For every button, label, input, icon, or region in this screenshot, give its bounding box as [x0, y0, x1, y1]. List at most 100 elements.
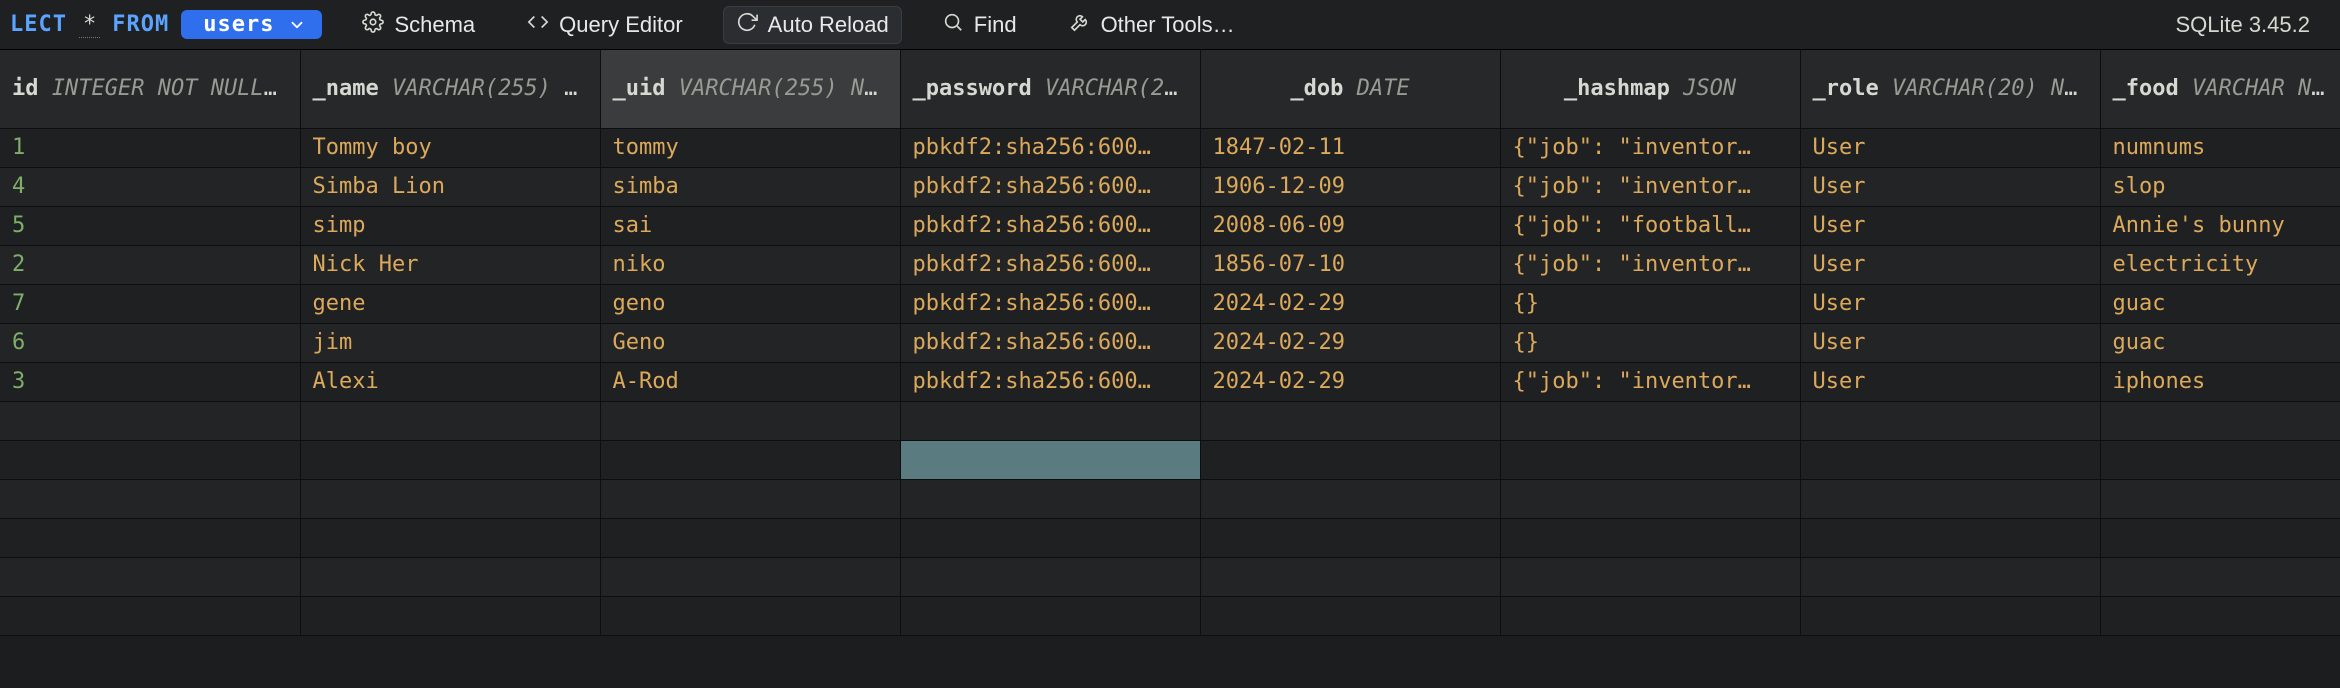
cell-password[interactable]: pbkdf2:sha256:600…: [900, 245, 1200, 284]
cell-uid[interactable]: A-Rod: [600, 362, 900, 401]
cell-empty[interactable]: [2100, 596, 2340, 635]
cell-empty[interactable]: [0, 596, 300, 635]
cell-dob[interactable]: 2008-06-09: [1200, 206, 1500, 245]
cell-empty[interactable]: [1800, 518, 2100, 557]
cell-name[interactable]: Tommy boy: [300, 128, 600, 167]
cell-role[interactable]: User: [1800, 206, 2100, 245]
cell-empty[interactable]: [1500, 440, 1800, 479]
table-row[interactable]: 4Simba Lionsimbapbkdf2:sha256:600…1906-1…: [0, 167, 2340, 206]
cell-empty[interactable]: [1500, 401, 1800, 440]
cell-dob[interactable]: 2024-02-29: [1200, 284, 1500, 323]
cell-uid[interactable]: Geno: [600, 323, 900, 362]
cell-empty[interactable]: [0, 401, 300, 440]
cell-uid[interactable]: tommy: [600, 128, 900, 167]
cell-empty[interactable]: [1500, 518, 1800, 557]
cell-empty[interactable]: [900, 596, 1200, 635]
cell-role[interactable]: User: [1800, 323, 2100, 362]
cell-empty[interactable]: [0, 440, 300, 479]
cell-food[interactable]: electricity: [2100, 245, 2340, 284]
cell-password[interactable]: pbkdf2:sha256:600…: [900, 362, 1200, 401]
cell-password[interactable]: pbkdf2:sha256:600…: [900, 323, 1200, 362]
cell-dob[interactable]: 2024-02-29: [1200, 323, 1500, 362]
cell-password[interactable]: pbkdf2:sha256:600…: [900, 167, 1200, 206]
cell-empty[interactable]: [1800, 479, 2100, 518]
cell-id[interactable]: 3: [0, 362, 300, 401]
cell-empty[interactable]: [0, 557, 300, 596]
table-row[interactable]: 1Tommy boytommypbkdf2:sha256:600…1847-02…: [0, 128, 2340, 167]
col-header-food[interactable]: _food VARCHAR NOT NULL: [2100, 50, 2340, 128]
cell-uid[interactable]: geno: [600, 284, 900, 323]
cell-food[interactable]: Annie's bunny: [2100, 206, 2340, 245]
cell-empty[interactable]: [1200, 518, 1500, 557]
cell-empty[interactable]: [1800, 401, 2100, 440]
cell-empty[interactable]: [2100, 479, 2340, 518]
cell-food[interactable]: iphones: [2100, 362, 2340, 401]
cell-empty[interactable]: [300, 518, 600, 557]
cell-role[interactable]: User: [1800, 362, 2100, 401]
cell-empty[interactable]: [900, 518, 1200, 557]
cell-empty[interactable]: [1800, 557, 2100, 596]
col-header-password[interactable]: _password VARCHAR(255) NOT NULL: [900, 50, 1200, 128]
query-editor-button[interactable]: Query Editor: [515, 7, 695, 43]
sql-star[interactable]: *: [79, 12, 100, 38]
data-grid[interactable]: id INTEGER NOT NULL PRIMARY KEY _name VA…: [0, 50, 2340, 688]
cell-dob[interactable]: 1856-07-10: [1200, 245, 1500, 284]
col-header-dob[interactable]: _dob DATE: [1200, 50, 1500, 128]
cell-food[interactable]: guac: [2100, 284, 2340, 323]
cell-name[interactable]: gene: [300, 284, 600, 323]
cell-id[interactable]: 2: [0, 245, 300, 284]
cell-empty[interactable]: [900, 401, 1200, 440]
cell-role[interactable]: User: [1800, 284, 2100, 323]
cell-hashmap[interactable]: {"job": "inventor…: [1500, 245, 1800, 284]
cell-empty[interactable]: [600, 401, 900, 440]
cell-empty[interactable]: [2100, 440, 2340, 479]
cell-empty[interactable]: [0, 518, 300, 557]
auto-reload-button[interactable]: Auto Reload: [723, 6, 902, 44]
cell-empty[interactable]: [900, 557, 1200, 596]
cell-hashmap[interactable]: {"job": "inventor…: [1500, 362, 1800, 401]
table-row-empty[interactable]: [0, 518, 2340, 557]
cell-hashmap[interactable]: {}: [1500, 323, 1800, 362]
cell-empty[interactable]: [1200, 479, 1500, 518]
cell-food[interactable]: guac: [2100, 323, 2340, 362]
table-selector[interactable]: users: [181, 10, 322, 39]
cell-empty[interactable]: [600, 518, 900, 557]
cell-empty[interactable]: [0, 479, 300, 518]
cell-name[interactable]: jim: [300, 323, 600, 362]
cell-empty[interactable]: [1200, 440, 1500, 479]
table-row-empty[interactable]: [0, 401, 2340, 440]
cell-id[interactable]: 6: [0, 323, 300, 362]
cell-dob[interactable]: 2024-02-29: [1200, 362, 1500, 401]
table-row[interactable]: 6jimGenopbkdf2:sha256:600…2024-02-29{}Us…: [0, 323, 2340, 362]
cell-name[interactable]: Alexi: [300, 362, 600, 401]
cell-role[interactable]: User: [1800, 167, 2100, 206]
cell-empty[interactable]: [1200, 596, 1500, 635]
cell-id[interactable]: 1: [0, 128, 300, 167]
cell-uid[interactable]: sai: [600, 206, 900, 245]
col-header-id[interactable]: id INTEGER NOT NULL PRIMARY KEY: [0, 50, 300, 128]
cell-empty[interactable]: [300, 440, 600, 479]
table-row[interactable]: 2Nick Hernikopbkdf2:sha256:600…1856-07-1…: [0, 245, 2340, 284]
cell-hashmap[interactable]: {"job": "football…: [1500, 206, 1800, 245]
cell-empty[interactable]: [1800, 440, 2100, 479]
cell-empty[interactable]: [2100, 557, 2340, 596]
cell-empty[interactable]: [1500, 479, 1800, 518]
cell-empty[interactable]: [2100, 401, 2340, 440]
table-row-empty[interactable]: [0, 557, 2340, 596]
cell-empty[interactable]: [600, 596, 900, 635]
cell-uid[interactable]: niko: [600, 245, 900, 284]
table-row-empty[interactable]: [0, 596, 2340, 635]
cell-name[interactable]: Simba Lion: [300, 167, 600, 206]
cell-id[interactable]: 7: [0, 284, 300, 323]
cell-empty[interactable]: [900, 440, 1200, 479]
cell-password[interactable]: pbkdf2:sha256:600…: [900, 284, 1200, 323]
table-row[interactable]: 5simpsaipbkdf2:sha256:600…2008-06-09{"jo…: [0, 206, 2340, 245]
cell-empty[interactable]: [2100, 518, 2340, 557]
col-header-uid[interactable]: _uid VARCHAR(255) NOT NULL UNIQUE ↓: [600, 50, 900, 128]
cell-food[interactable]: numnums: [2100, 128, 2340, 167]
cell-name[interactable]: Nick Her: [300, 245, 600, 284]
cell-dob[interactable]: 1906-12-09: [1200, 167, 1500, 206]
cell-id[interactable]: 5: [0, 206, 300, 245]
cell-empty[interactable]: [300, 479, 600, 518]
table-row[interactable]: 7genegenopbkdf2:sha256:600…2024-02-29{}U…: [0, 284, 2340, 323]
